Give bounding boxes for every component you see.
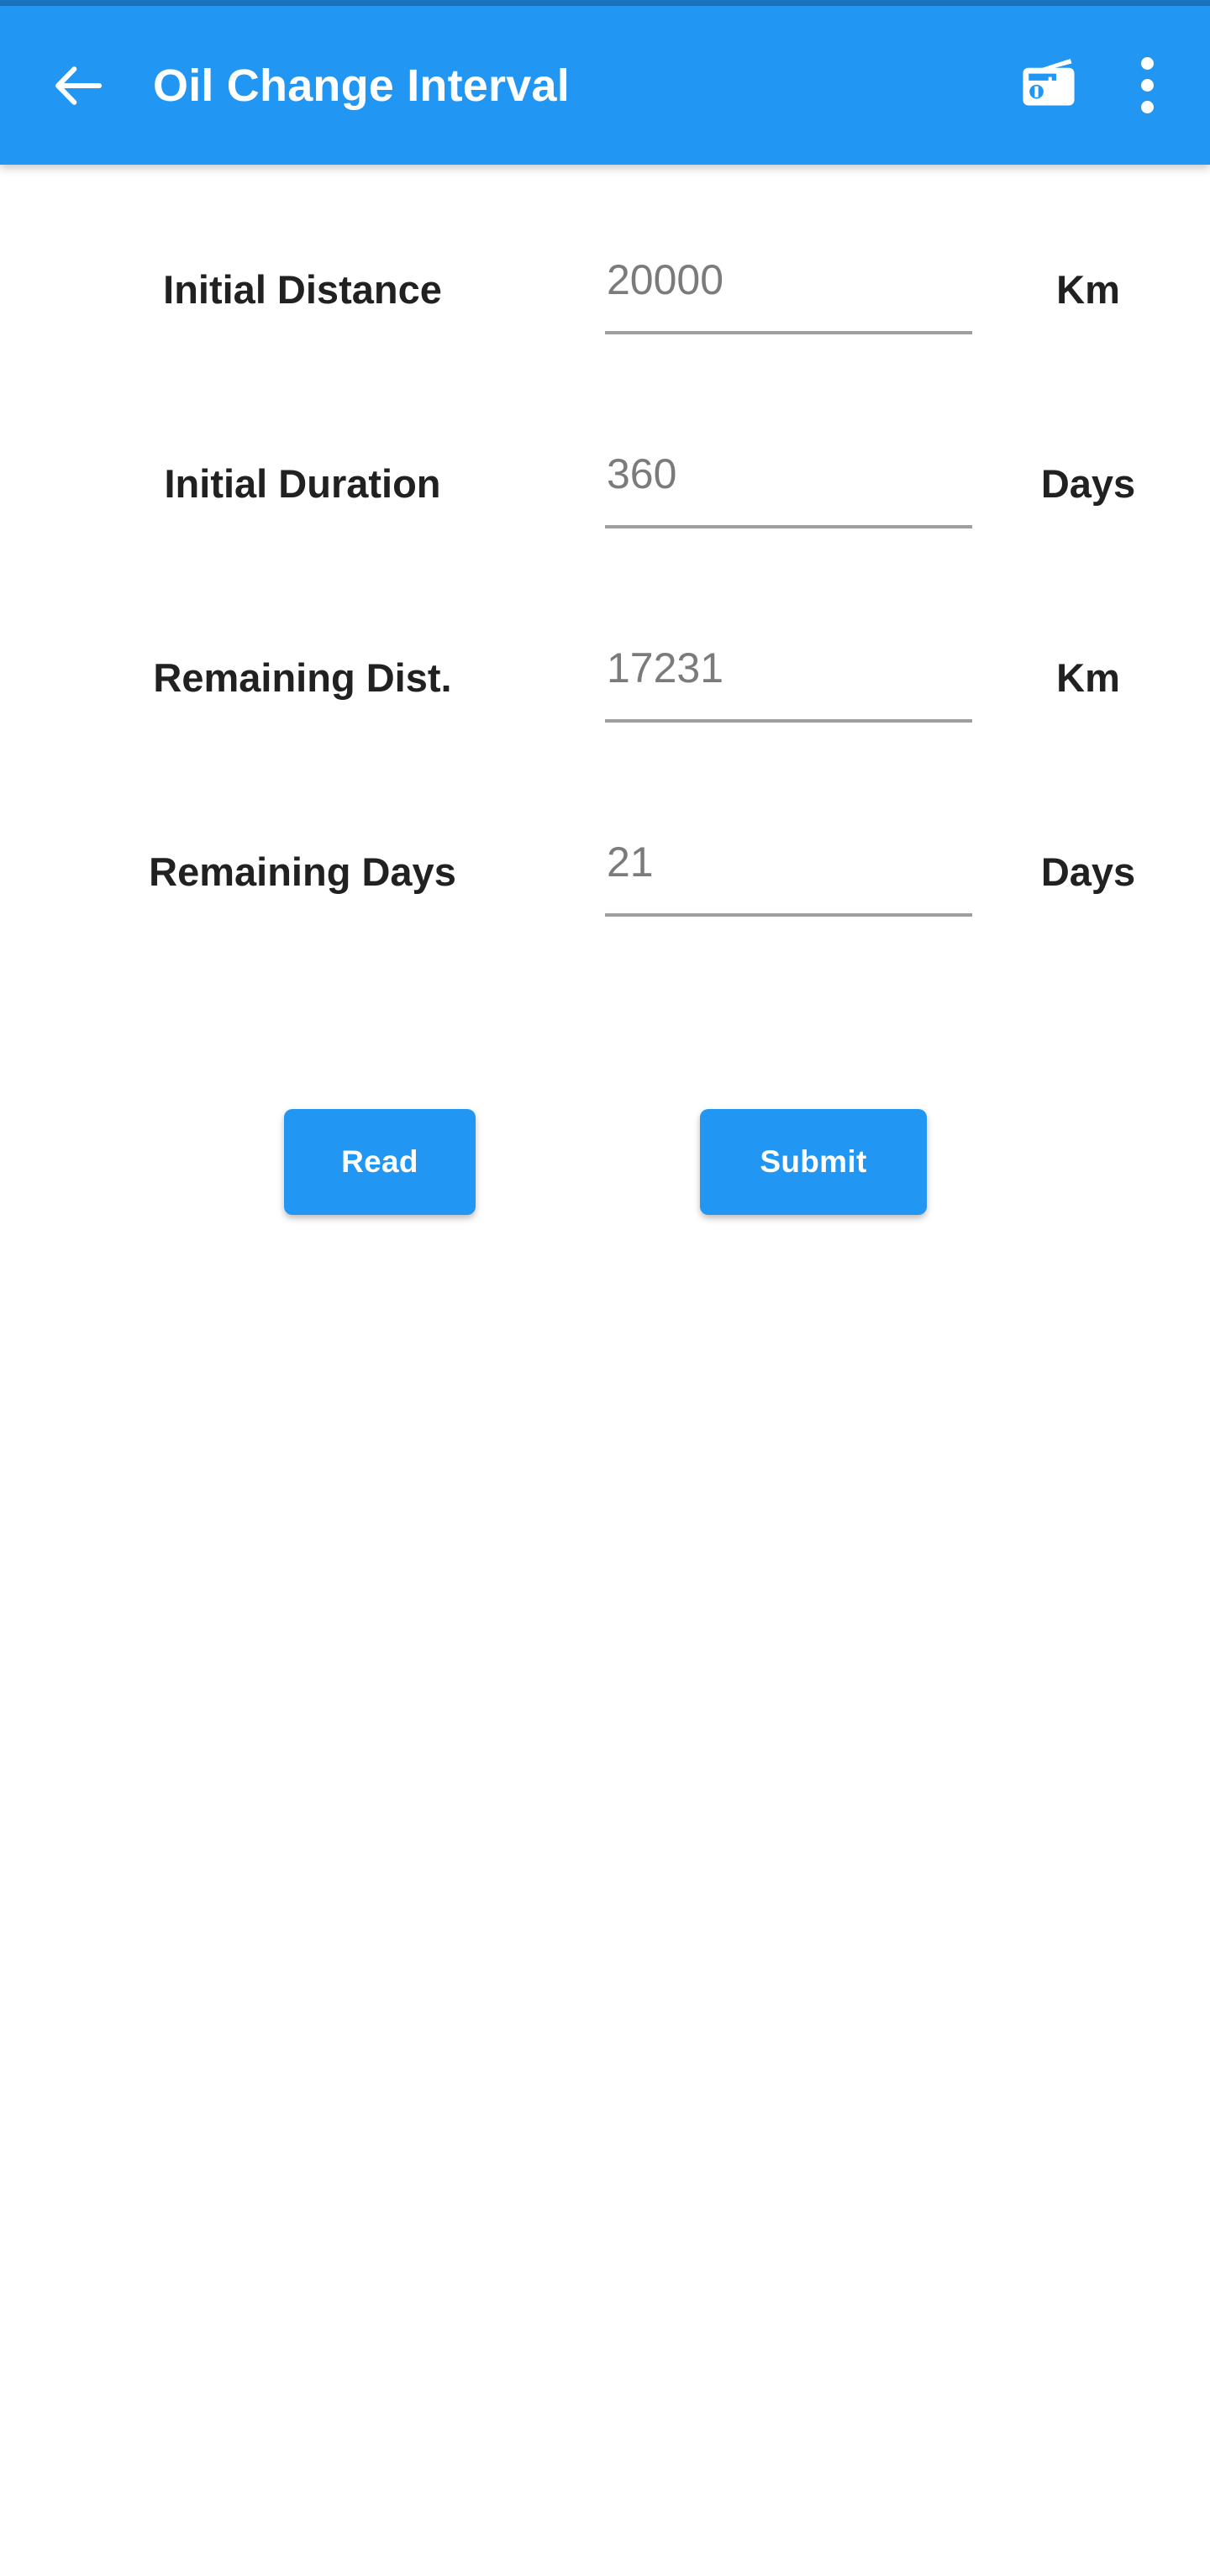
back-button[interactable] (29, 35, 129, 136)
read-button[interactable]: Read (284, 1109, 476, 1215)
more-vertical-icon (1140, 57, 1154, 113)
field-value: 20000 (607, 256, 724, 303)
field-value: 21 (607, 839, 654, 886)
form-row: Remaining Days 21 Days (0, 747, 1210, 941)
form-row: Initial Duration 360 Days (0, 359, 1210, 553)
field-label: Initial Duration (164, 461, 441, 506)
field-value: 17231 (607, 644, 724, 691)
radio-icon (1018, 52, 1080, 118)
status-bar-strip (0, 0, 1210, 6)
field-value: 360 (607, 450, 677, 497)
field-underline (605, 331, 972, 334)
field-underline (605, 913, 972, 917)
app-bar: Oil Change Interval (0, 6, 1210, 165)
remaining-distance-field[interactable]: 17231 (605, 553, 972, 747)
oil-change-interval-screen: Oil Change Interval Initial Distance 200… (0, 0, 1210, 2576)
initial-distance-field[interactable]: 20000 (605, 165, 972, 359)
submit-button[interactable]: Submit (700, 1109, 927, 1215)
field-unit: Km (1056, 267, 1120, 312)
form-row: Initial Distance 20000 Km (0, 165, 1210, 359)
field-label: Initial Distance (163, 267, 442, 312)
field-label: Remaining Dist. (153, 655, 452, 700)
field-unit: Km (1056, 655, 1120, 700)
oil-change-form: Initial Distance 20000 Km Initial Durati… (0, 165, 1210, 941)
action-button-row: Read Submit (0, 1109, 1210, 1218)
page-title: Oil Change Interval (153, 60, 570, 111)
overflow-menu-button[interactable] (1109, 37, 1185, 134)
initial-duration-field[interactable]: 360 (605, 359, 972, 553)
field-underline (605, 525, 972, 528)
arrow-left-icon (50, 57, 108, 114)
field-label: Remaining Days (149, 849, 456, 894)
form-row: Remaining Dist. 17231 Km (0, 553, 1210, 747)
radio-button[interactable] (1000, 37, 1097, 134)
field-underline (605, 719, 972, 723)
field-unit: Days (1040, 849, 1136, 894)
field-unit: Days (1040, 461, 1136, 506)
remaining-days-field[interactable]: 21 (605, 747, 972, 941)
